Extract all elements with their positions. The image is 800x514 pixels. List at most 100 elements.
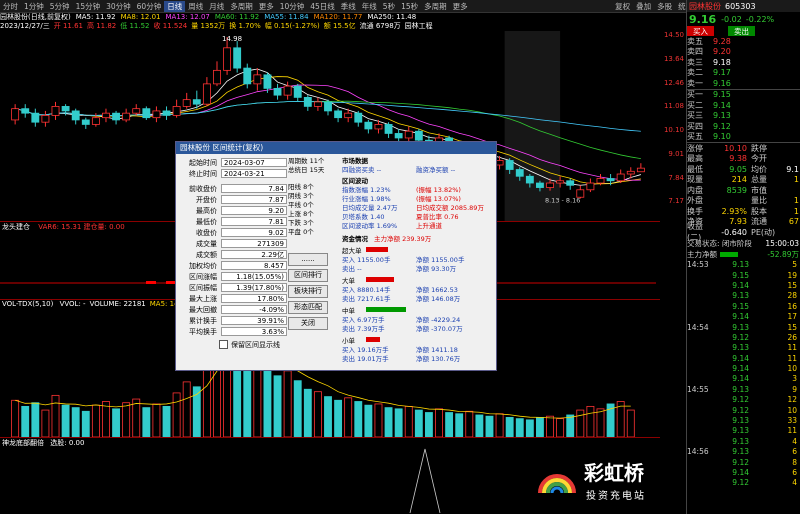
bid-row[interactable]: 买二 9.14 bbox=[687, 100, 800, 111]
timeframe-tab[interactable]: 多周期 bbox=[227, 1, 256, 12]
checkbox-label: 保留区间显示线 bbox=[231, 340, 280, 349]
timeframe-tab[interactable]: 10分钟 bbox=[277, 1, 308, 12]
tick-time: 14:53 bbox=[687, 260, 709, 270]
timeframe-tab[interactable]: 15秒 bbox=[398, 1, 421, 12]
candle-info-value: 高 11.82 bbox=[86, 22, 117, 30]
price-tick: 10.10 bbox=[663, 126, 684, 134]
stat-field-row: 最高价 9.20 bbox=[179, 205, 287, 216]
tick-row: 9.14 6 bbox=[687, 467, 800, 477]
tick-volume: 10 bbox=[787, 405, 797, 415]
candle bbox=[102, 108, 110, 123]
stat-field-value: 271309 bbox=[221, 239, 287, 248]
date-input[interactable]: 2024-03-07 bbox=[221, 158, 287, 167]
interval-value: 夏普比率 0.76 bbox=[416, 213, 459, 221]
toolbar-tool-button[interactable]: 多股 bbox=[654, 1, 675, 12]
interval-value: (振幅 13.07%) bbox=[416, 195, 461, 203]
dialog-button[interactable]: 板块排行 bbox=[288, 285, 328, 298]
stat-field-row: 最低价 7.81 bbox=[179, 216, 287, 227]
interval-row: 指数涨幅 1.23% (振幅 13.82%) bbox=[342, 186, 494, 195]
volume-bar bbox=[283, 370, 292, 437]
bid-row[interactable]: 买四 9.12 bbox=[687, 121, 800, 132]
dialog-button[interactable]: 形态匹配 bbox=[288, 301, 328, 314]
timeframe-tab[interactable]: 多周期 bbox=[421, 1, 450, 12]
ma-value: 园林股份(日线,前复权) bbox=[0, 13, 71, 21]
dialog-button[interactable]: 关闭 bbox=[288, 317, 328, 330]
order-net-amount: 净额 130.76万 bbox=[416, 355, 461, 363]
bid-row[interactable]: 买五 9.10 bbox=[687, 132, 800, 143]
candle bbox=[303, 95, 312, 111]
timeframe-tab[interactable]: 30分钟 bbox=[103, 1, 134, 12]
timeframe-tab[interactable]: 分时 bbox=[0, 1, 21, 12]
timeframe-tab[interactable]: 5秒 bbox=[380, 1, 398, 12]
interval-selection bbox=[504, 31, 561, 221]
ask-row[interactable]: 卖三 9.18 bbox=[687, 57, 800, 68]
tick-volume: 11 bbox=[787, 343, 797, 353]
ask-row[interactable]: 卖五 9.28 bbox=[687, 36, 800, 47]
dialog-button[interactable]: ...... bbox=[288, 253, 328, 266]
timeframe-tab[interactable]: 15分钟 bbox=[73, 1, 104, 12]
tick-price: 9.13 bbox=[732, 343, 749, 353]
volume-bar bbox=[515, 418, 524, 437]
timeframe-tab[interactable]: 5分钟 bbox=[47, 1, 73, 12]
stat-field-label: 最大回撤 bbox=[189, 305, 217, 314]
toolbar-tool-button[interactable]: 叠加 bbox=[633, 1, 654, 12]
tick-price: 9.15 bbox=[732, 270, 749, 280]
panel2-value: VAR6: 15.31 建仓量: 0.00 bbox=[38, 223, 125, 231]
volume-bar bbox=[51, 394, 60, 437]
stat-value: 1 bbox=[793, 206, 799, 216]
toolbar-tool-button[interactable]: 复权 bbox=[612, 1, 633, 12]
volume-bar bbox=[344, 397, 353, 437]
timeframe-tab[interactable]: 周线 bbox=[185, 1, 206, 12]
order-size-bar bbox=[366, 337, 380, 342]
bid-row[interactable]: 买一 9.15 bbox=[687, 90, 800, 101]
timeframe-tab[interactable]: 60分钟 bbox=[134, 1, 165, 12]
volume-bar bbox=[495, 413, 504, 437]
timeframe-tab[interactable]: 月线 bbox=[206, 1, 227, 12]
ask-row[interactable]: 卖二 9.17 bbox=[687, 68, 800, 79]
tick-price: 9.14 bbox=[732, 312, 749, 322]
timeframe-tab[interactable]: 更多 bbox=[450, 1, 471, 12]
dialog-button[interactable]: 区间排行 bbox=[288, 269, 328, 282]
volume-bar bbox=[132, 398, 141, 437]
date-input[interactable]: 2024-03-21 bbox=[221, 169, 287, 178]
timeframe-tab[interactable]: 日线 bbox=[164, 0, 186, 12]
candle bbox=[253, 68, 262, 91]
volume-bar bbox=[525, 419, 534, 437]
ask-row[interactable]: 卖一 9.16 bbox=[687, 78, 800, 89]
candle-info-line: 2023/12/27/三开 11.61 高 11.82 低 11.52 收 11.52… bbox=[0, 21, 660, 31]
stat-row: 最高 9.38 今开 bbox=[687, 154, 800, 165]
capital-title: 资金情况 bbox=[342, 235, 368, 243]
keep-line-checkbox-row[interactable]: 保留区间显示线 bbox=[179, 339, 287, 350]
indicator-mark bbox=[146, 281, 156, 284]
tick-volume: 8 bbox=[792, 457, 797, 467]
stat-label: 均价 bbox=[751, 164, 767, 174]
candle bbox=[334, 108, 343, 123]
candle bbox=[152, 106, 161, 123]
timeframe-tab[interactable]: 更多 bbox=[256, 1, 277, 12]
stat-field-row: 平均换手 3.63% bbox=[179, 326, 287, 337]
tick-volume: 6 bbox=[792, 468, 797, 477]
capital-main: 主力净额 239.39万 bbox=[374, 235, 432, 243]
price-change-pct: -0.22% bbox=[745, 14, 775, 24]
buy-button[interactable]: 买入 bbox=[687, 26, 714, 36]
ask-label: 卖四 bbox=[687, 47, 703, 57]
volume-bar bbox=[91, 404, 100, 437]
timeframe-tab[interactable]: 年线 bbox=[359, 1, 380, 12]
candle bbox=[364, 119, 373, 134]
timeframe-tab[interactable]: 1分钟 bbox=[21, 1, 47, 12]
sell-button[interactable]: 卖出 bbox=[728, 26, 755, 36]
tick-list[interactable]: 14:53 9.13 5 9.15 19 9.14 15 9.13 28 9.15 16 9.14 17… bbox=[687, 260, 800, 489]
stat-field-row: 开盘价 7.87 bbox=[179, 194, 287, 205]
timeframe-tab[interactable]: 季线 bbox=[338, 1, 359, 12]
volume-bar bbox=[556, 418, 565, 437]
interval-value: 行业涨幅 1.98% bbox=[342, 195, 391, 203]
date-field-row: 起始时间 2024-03-07 bbox=[179, 157, 287, 168]
timeframe-tab[interactable]: 45日线 bbox=[307, 1, 338, 12]
candle bbox=[233, 41, 242, 73]
ask-row[interactable]: 卖四 9.20 bbox=[687, 47, 800, 58]
checkbox-icon[interactable] bbox=[219, 340, 228, 349]
bid-row[interactable]: 买三 9.13 bbox=[687, 111, 800, 122]
volume-bar bbox=[596, 408, 605, 437]
stat-field-value: 7.81 bbox=[221, 217, 287, 226]
tick-volume: 4 bbox=[792, 478, 797, 488]
